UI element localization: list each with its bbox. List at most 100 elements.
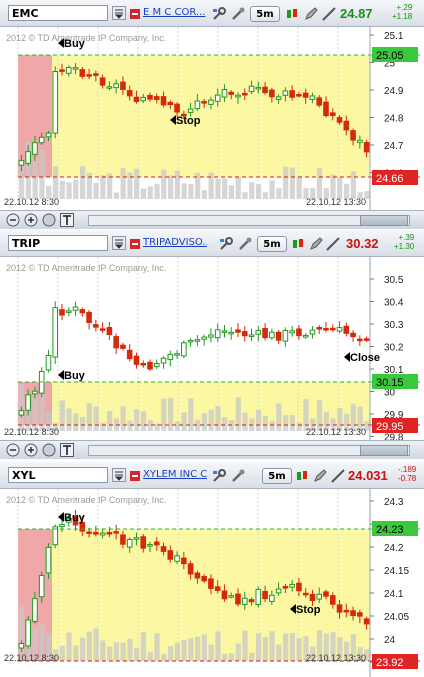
candle-body [221,330,228,333]
zoom-out-icon[interactable] [6,443,20,457]
upper-price-label: 30.15 [376,377,404,389]
volume-bar [120,167,126,199]
candle-body [343,325,350,334]
buy-marker-label: Buy [64,370,86,382]
price-chart[interactable]: 2012 © TD Ameritrade IP Company, Inc. 25.… [0,27,424,210]
candle-body [93,531,99,535]
study-wrench-icon[interactable] [211,468,227,484]
candle-body [336,117,343,123]
volume-bar [228,653,235,661]
symbol-dropdown-icon[interactable] [112,236,126,250]
candle-body [343,120,350,131]
link-chain-icon[interactable] [129,8,141,20]
volume-bar [222,653,228,661]
interval-button[interactable]: 5m [250,6,280,22]
tools-icon[interactable] [230,6,246,22]
volume-bar [39,149,45,199]
trade-zone-band [52,55,370,177]
volume-bar [86,631,92,661]
volume-bar [32,157,38,199]
volume-bar [134,168,140,199]
reset-zoom-icon[interactable] [42,213,56,227]
text-tool-icon[interactable] [60,213,74,227]
candle-body [72,67,79,70]
draw-line-icon[interactable] [325,236,341,252]
link-chain-icon[interactable] [129,238,141,250]
y-tick-label: 29.8 [384,433,404,441]
volume-bar [201,190,208,199]
last-price: 24.031 [348,468,388,483]
interval-button[interactable]: 5m [262,468,292,484]
volume-bar [147,651,153,661]
symbol-dropdown-icon[interactable] [112,468,126,482]
volume-bar [235,397,241,431]
chart-panel-emc: EMC E M C COR... 5m 24.87 +.29 +1.18 2012… [0,0,424,229]
symbol-field[interactable]: EMC [8,5,108,21]
volume-bar [100,422,106,431]
drawing-pencil-icon[interactable] [303,6,319,22]
candle-style-icon[interactable] [290,236,306,252]
volume-bar [174,421,180,431]
candle-body [32,598,38,622]
volume-bar [283,633,289,661]
draw-line-icon[interactable] [330,468,346,484]
candle-body [316,593,323,600]
price-chart[interactable]: 2012 © TD Ameritrade IP Company, Inc. 24.… [0,489,424,677]
panel-header: EMC E M C COR... 5m 24.87 +.29 +1.18 [0,0,424,27]
date-start-label: 22.10.12 8:30 [4,427,59,437]
y-tick-label: 30.3 [384,320,404,331]
symbol-field[interactable]: XYL [8,467,108,483]
volume-bar [269,631,275,661]
candle-body [153,363,160,368]
candle-body [181,557,187,565]
draw-line-icon[interactable] [321,6,337,22]
candle-style-icon[interactable] [294,468,310,484]
candle-body [18,643,25,649]
price-chart[interactable]: 2012 © TD Ameritrade IP Company, Inc. 30.… [0,257,424,440]
study-wrench-icon[interactable] [211,6,227,22]
study-wrench-icon[interactable] [218,236,234,252]
candle-body [248,334,255,337]
tools-icon[interactable] [230,468,246,484]
symbol-field[interactable]: TRIP [8,235,108,251]
price-change: +.29 +1.18 [392,3,413,21]
candle-body [147,544,153,547]
candle-body [106,327,113,335]
company-name-link[interactable]: TRIPADVISO... [143,237,207,251]
tools-icon[interactable] [237,236,253,252]
company-name-link[interactable]: E M C COR... [143,7,207,21]
candle-body [99,77,106,86]
zoom-in-icon[interactable] [24,443,38,457]
volume-bar [66,408,72,431]
candle-body [140,96,147,102]
candle-body [208,99,214,105]
candle-body [59,69,65,72]
candle-body [255,588,262,605]
candle-body [282,586,289,589]
text-tool-icon[interactable] [60,443,74,457]
candle-style-icon[interactable] [284,6,300,22]
scrollbar-thumb[interactable] [360,215,408,226]
symbol-dropdown-icon[interactable] [112,6,126,20]
candle-body [160,357,167,364]
reset-zoom-icon[interactable] [42,443,56,457]
drawing-pencil-icon[interactable] [312,468,328,484]
volume-bar [201,634,208,661]
candle-body [59,524,65,528]
y-tick-label: 25.1 [384,31,404,42]
company-name-link[interactable]: XYLEM INC C... [143,469,207,483]
zoom-out-icon[interactable] [6,213,20,227]
candle-body [235,593,241,605]
volume-bar [276,403,282,431]
volume-bar [140,632,147,661]
candle-body [153,541,160,546]
interval-button[interactable]: 5m [257,236,287,252]
candle-body [329,112,336,116]
zoom-in-icon[interactable] [24,213,38,227]
candle-body [99,532,106,536]
drawing-pencil-icon[interactable] [308,236,324,252]
link-chain-icon[interactable] [129,470,141,482]
candle-body [296,328,302,337]
candle-body [93,73,99,76]
scrollbar-thumb[interactable] [360,445,408,456]
